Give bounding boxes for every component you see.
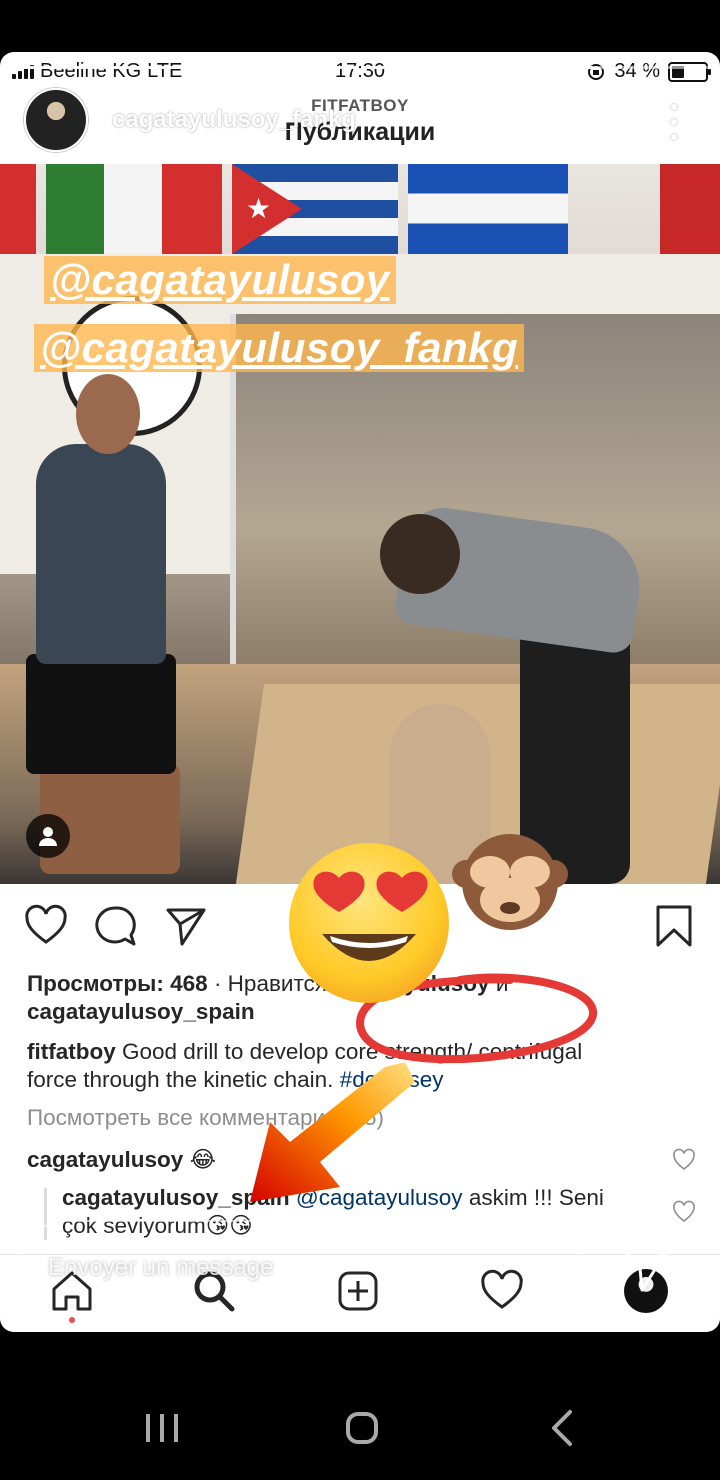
flag-nicaragua	[408, 164, 568, 254]
more-options-button[interactable]	[664, 104, 684, 140]
android-home-icon[interactable]	[332, 1398, 392, 1458]
bookmark-icon[interactable]	[652, 904, 696, 948]
post-photo[interactable]: ★ @cagatayulusoy @cagatayulusoy_fankg	[0, 164, 720, 884]
send-icon[interactable]	[164, 904, 208, 948]
post-header-title: Публикации	[284, 118, 436, 146]
mention-sticker[interactable]: @cagatayulusoy	[44, 256, 396, 304]
heart-eyes-emoji	[289, 843, 449, 1003]
caption-username[interactable]: fitfatboy	[27, 1039, 116, 1064]
progress-segment	[598, 66, 712, 69]
battery-percent: 34 %	[614, 60, 660, 82]
progress-segment	[244, 66, 358, 69]
comment-text: 😂	[189, 1147, 216, 1172]
post-header-username: FITFATBOY	[311, 96, 409, 115]
flag-red-right	[660, 164, 720, 254]
comment-text: askim !!! Seni	[468, 1185, 604, 1210]
progress-segment	[480, 66, 594, 69]
story-time-ago: 6 h	[420, 106, 451, 131]
message-placeholder: Envoyer un message	[48, 1254, 274, 1281]
svg-text:★: ★	[246, 192, 271, 225]
story-username[interactable]: cagatayulusoy_fankg	[112, 106, 356, 134]
see-no-evil-monkey-emoji	[452, 834, 568, 930]
heart-icon[interactable]	[24, 904, 68, 948]
likers-line: cagatayulusoy_spain	[27, 998, 255, 1026]
progress-segment	[362, 66, 476, 69]
story-frame: Beeline KG LTE 17:30 34 % FITFATBOY Публ…	[0, 52, 720, 1332]
comment-icon[interactable]	[94, 904, 138, 948]
android-navigation-bar	[0, 1380, 720, 1480]
mention-sticker[interactable]: @cagatayulusoy_fankg	[34, 324, 525, 372]
story-progress-bar	[8, 66, 712, 69]
notification-dot	[69, 1317, 75, 1323]
flag-italy	[46, 164, 222, 254]
status-right: 34 %	[586, 60, 711, 83]
comment-username[interactable]: cagatayulusoy	[27, 1147, 183, 1172]
comment: cagatayulusoy 😂	[27, 1146, 216, 1174]
battery-icon	[668, 61, 711, 82]
views-count[interactable]: Просмотры: 468	[27, 971, 208, 996]
user-icon	[39, 827, 57, 846]
man-head	[380, 514, 460, 594]
flag-cuba-triangle: ★	[232, 164, 302, 254]
flag-red	[0, 164, 36, 254]
story-header: FITFATBOY Публикации cagatayulusoy_fankg…	[0, 82, 720, 162]
trainer-shirt	[36, 444, 166, 664]
back-icon[interactable]	[532, 1398, 592, 1458]
progress-segment	[8, 66, 122, 69]
trainer-shorts	[26, 654, 176, 774]
status-bar: Beeline KG LTE 17:30 34 %	[0, 52, 720, 92]
progress-segment	[126, 66, 240, 69]
send-icon[interactable]	[624, 1248, 668, 1292]
fire-arrow-sticker	[250, 1062, 415, 1202]
trainer-head	[76, 374, 140, 454]
liker-username[interactable]: cagatayulusoy_spain	[27, 999, 255, 1024]
orientation-lock-icon	[588, 63, 605, 80]
comment-like-heart-icon[interactable]	[672, 1200, 696, 1224]
user-tag-button[interactable]	[26, 814, 70, 858]
recent-apps-icon[interactable]	[132, 1398, 192, 1458]
comment-like-heart-icon[interactable]	[672, 1148, 696, 1172]
